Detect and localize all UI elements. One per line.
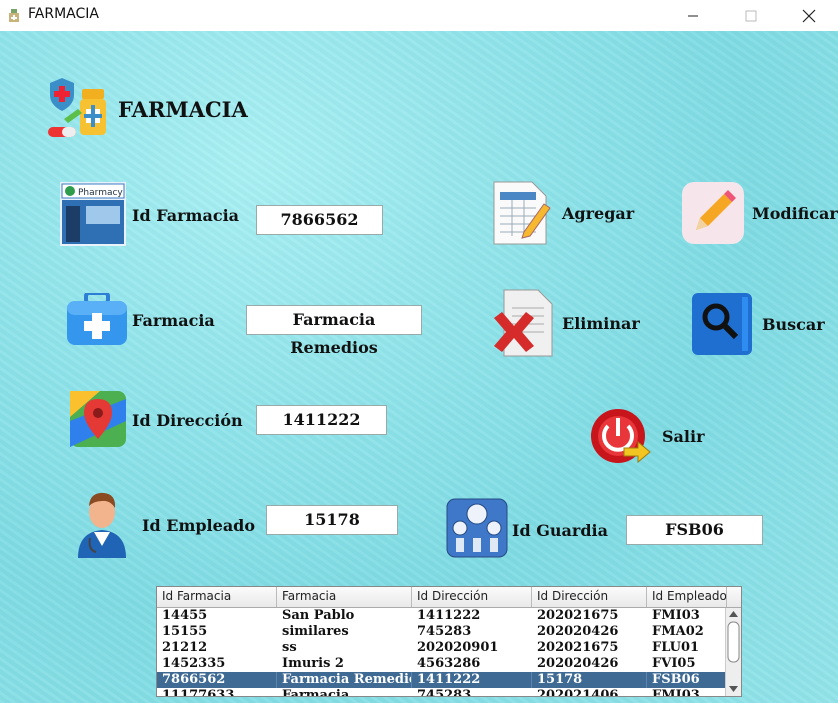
table-cell: 1411222 [417,608,481,623]
window-title: FARMACIA [28,6,99,22]
id-empleado-field[interactable]: 15178 [266,505,398,535]
table-cell: 7866562 [157,672,277,688]
eliminar-label: Eliminar [562,313,640,333]
table-cell: ss [282,640,297,655]
id-guardia-label: Id Guardia [512,521,608,540]
buscar-label: Buscar [762,314,825,334]
close-button[interactable] [780,0,838,31]
add-spreadsheet-icon [493,181,551,245]
salir-label: Salir [662,426,705,446]
table-row[interactable]: 21212 ss 202020901 202021675 FLU01 [157,640,741,656]
table-cell: FMA02 [652,624,704,639]
table-body: 14455 San Pablo 1411222 202021675 FMI03 … [157,608,741,697]
table-cell: 15178 [532,672,647,688]
id-farmacia-field[interactable]: 7866562 [256,205,383,235]
column-header[interactable]: Id Farmacia [157,587,277,607]
farmacia-field[interactable]: Farmacia Remedios [246,305,422,357]
table-cell: Farmacia Remedios [277,672,412,688]
buscar-button[interactable]: Buscar [690,291,825,357]
table-header: Id Farmacia Farmacia Id Dirección Id Dir… [157,587,741,608]
window-titlebar: FARMACIA [0,0,838,31]
maximize-icon [745,10,757,21]
table-cell: 4563286 [417,656,481,671]
id-direccion-label: Id Dirección [132,411,243,430]
delete-document-icon [494,289,553,357]
column-header[interactable]: Id Empleado [647,587,727,607]
column-header[interactable]: Farmacia [277,587,412,607]
table-cell: 202020426 [537,656,619,671]
farmacia-table[interactable]: Id Farmacia Farmacia Id Dirección Id Dir… [156,586,742,697]
medical-kit-icon [67,293,127,345]
table-cell: 11177633 [162,688,235,697]
agregar-button[interactable]: Agregar [490,178,634,248]
column-header[interactable]: Id Dirección [532,587,647,607]
table-cell: San Pablo [282,608,355,623]
table-cell: Farmacia [282,688,350,697]
table-row[interactable]: 1452335 Imuris 2 4563286 202020426 FVI05 [157,656,741,672]
table-row[interactable]: 15155 similares 745283 202020426 FMA02 [157,624,741,640]
pharmacy-logo-icon [48,78,106,137]
scroll-up-icon[interactable] [729,611,738,617]
agregar-label: Agregar [562,203,635,223]
close-icon [802,9,816,22]
scroll-down-icon[interactable] [729,686,738,692]
id-farmacia-label: Id Farmacia [132,206,240,225]
table-cell: Imuris 2 [282,656,344,671]
pharmacy-store-icon: Pharmacy [60,182,126,246]
id-empleado-label: Id Empleado [142,516,256,535]
table-cell: FVI05 [652,656,696,671]
table-cell: 745283 [417,688,472,697]
page-title: FARMACIA [118,97,248,122]
table-cell: 1411222 [412,672,532,688]
table-cell: 1452335 [162,656,226,671]
table-cell: FMI03 [652,608,700,623]
table-cell: 202020426 [537,624,619,639]
table-row[interactable]: 11177633 Farmacia 745283 202021406 FMI03 [157,688,741,697]
table-cell: FMI03 [652,688,700,697]
table-cell: 202021675 [537,640,619,655]
table-cell: FLU01 [652,640,700,655]
search-book-icon [692,293,752,355]
column-header[interactable]: Id Dirección [412,587,532,607]
doctor-icon [78,492,126,558]
farmacia-label: Farmacia [132,311,215,330]
table-row[interactable]: 14455 San Pablo 1411222 202021675 FMI03 [157,608,741,624]
scroll-thumb[interactable] [727,621,740,663]
table-cell: 21212 [162,640,208,655]
salir-button[interactable]: Salir [588,404,705,468]
maximize-button[interactable] [722,0,780,31]
id-guardia-field[interactable]: FSB06 [626,515,763,545]
table-cell: similares [282,624,349,639]
app-icon [9,9,19,22]
eliminar-button[interactable]: Eliminar [490,288,640,358]
control-panel-icon [446,498,508,558]
table-scrollbar[interactable] [725,608,741,696]
table-cell: 14455 [162,608,208,623]
map-pin-icon [70,391,126,447]
minimize-button[interactable] [664,0,722,31]
id-direccion-field[interactable]: 1411222 [256,405,387,435]
minimize-icon [688,15,698,16]
table-cell: 202021406 [537,688,619,697]
table-cell: 202020901 [417,640,499,655]
table-cell: 745283 [417,624,472,639]
table-cell: FSB06 [647,672,727,688]
power-exit-icon [591,409,651,464]
modificar-label: Modificar [752,203,838,223]
svg-text:Pharmacy: Pharmacy [78,188,123,198]
edit-pencil-icon [682,182,744,244]
table-cell: 202021675 [537,608,619,623]
table-cell: 15155 [162,624,208,639]
modificar-button[interactable]: Modificar [682,182,838,244]
table-row-selected[interactable]: 7866562 Farmacia Remedios 1411222 15178 … [157,672,741,688]
